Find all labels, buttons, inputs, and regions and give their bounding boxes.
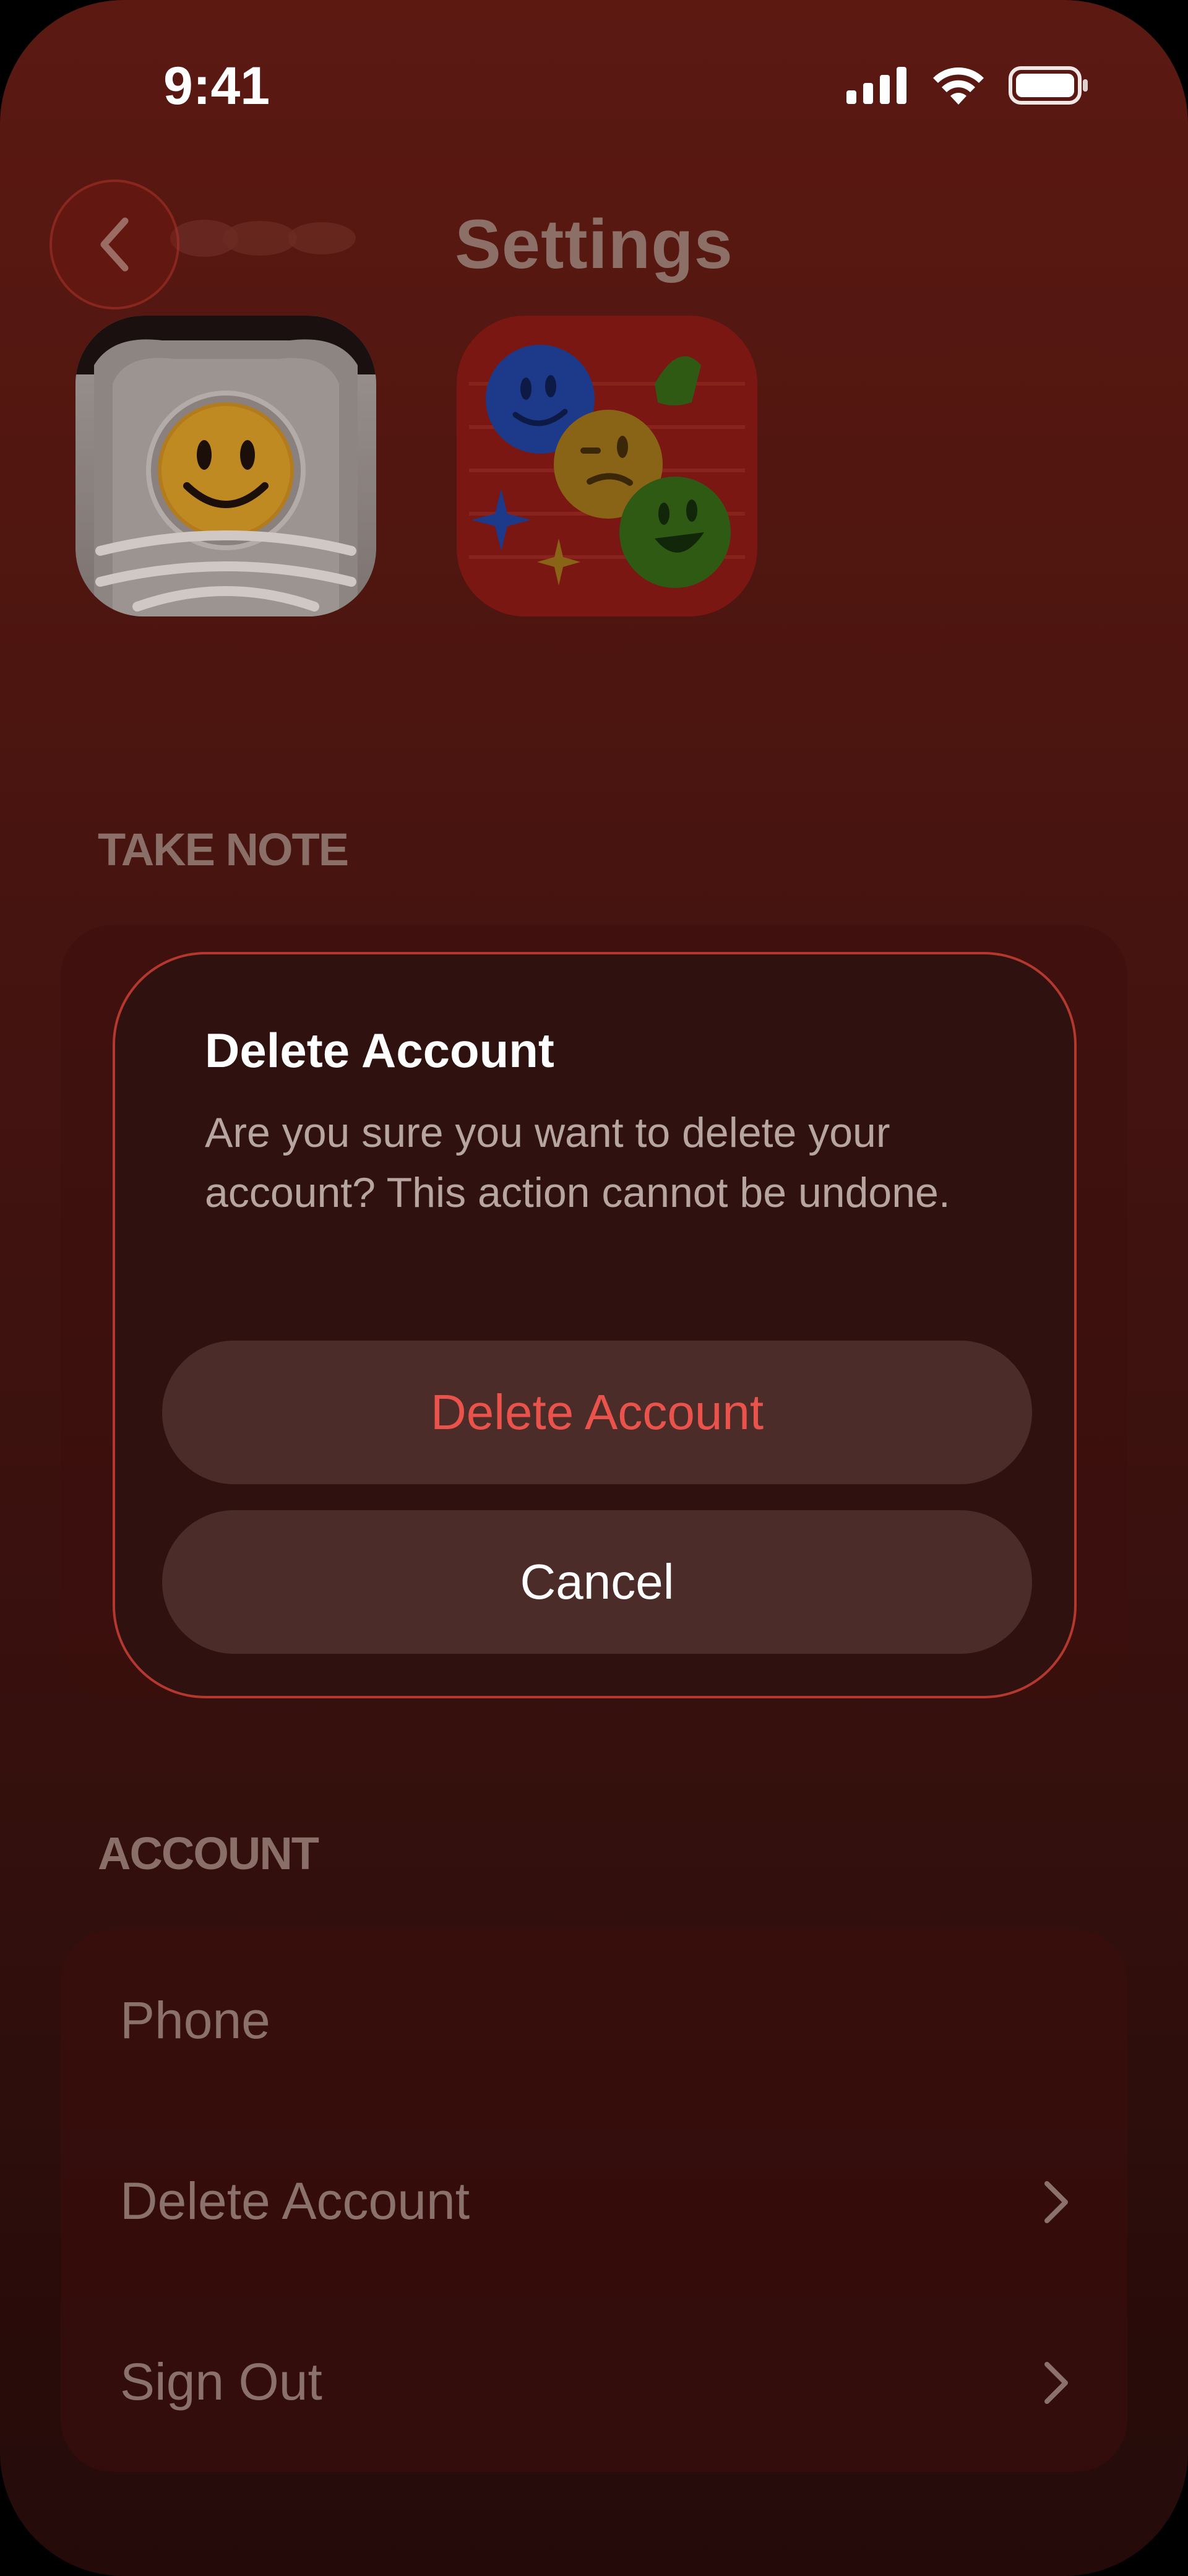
dialog-title: Delete Account: [205, 1023, 554, 1078]
account-item-label: Sign Out: [120, 2352, 322, 2411]
wifi-icon: [933, 67, 984, 105]
status-time: 9:41: [163, 56, 270, 116]
section-title-take-note: TAKE NOTE: [98, 824, 349, 875]
app-icon-emoji[interactable]: [457, 316, 757, 616]
status-icons: [846, 66, 1089, 105]
app-icon-sneaker[interactable]: [75, 316, 376, 616]
confirm-delete-button[interactable]: Delete Account: [162, 1341, 1032, 1484]
account-item-delete-account[interactable]: Delete Account: [61, 2111, 1127, 2291]
section-title-account: ACCOUNT: [98, 1828, 319, 1879]
account-item-label: Phone: [120, 1990, 270, 2049]
emoji-faces-icon: [457, 316, 757, 616]
account-item-phone[interactable]: Phone: [61, 1930, 1127, 2111]
battery-icon: [1009, 66, 1088, 105]
cancel-button[interactable]: Cancel: [162, 1510, 1032, 1654]
chevron-right-icon: [1044, 2181, 1068, 2223]
delete-account-dialog: Delete Account Are you sure you want to …: [113, 952, 1077, 1698]
signal-icon: [846, 67, 906, 104]
page-title: Settings: [455, 205, 733, 283]
dialog-message: Are you sure you want to delete your acc…: [205, 1109, 950, 1216]
chevron-right-icon: [1044, 2362, 1068, 2404]
settings-screen: 9:41 Settings TAKE NOTE ACCOUNT Phone De…: [0, 0, 1188, 2576]
sneaker-smiley-icon: [75, 316, 376, 616]
account-item-sign-out[interactable]: Sign Out: [61, 2291, 1127, 2472]
account-item-label: Delete Account: [120, 2171, 470, 2230]
